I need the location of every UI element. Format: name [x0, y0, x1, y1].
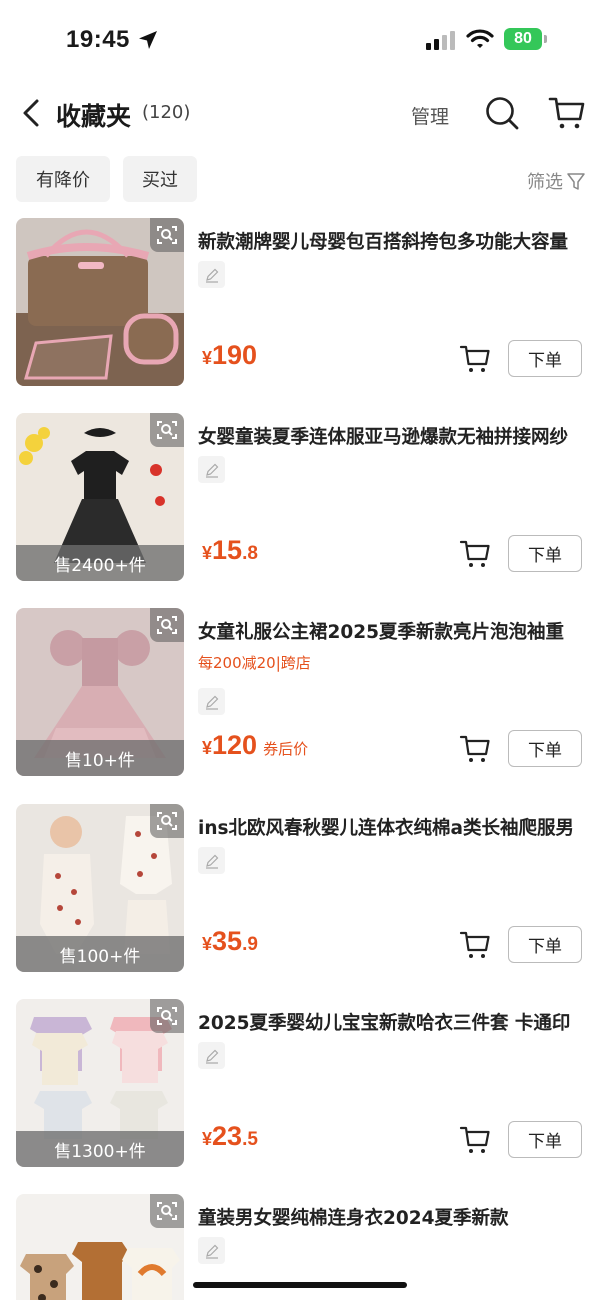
order-button[interactable]: 下单: [508, 535, 582, 572]
order-button[interactable]: 下单: [508, 926, 582, 963]
product-name[interactable]: ins北欧风春秋婴儿连体衣纯棉a类长袖爬服男: [198, 814, 588, 840]
home-indicator[interactable]: [193, 1282, 407, 1288]
price-integer: 120: [212, 730, 258, 760]
currency-symbol: ¥: [202, 543, 213, 563]
note-button[interactable]: [198, 688, 225, 715]
product-name[interactable]: 2025夏季婴幼儿宝宝新款哈衣三件套 卡通印: [198, 1009, 588, 1035]
product-price: ¥120 券后价: [202, 730, 308, 761]
currency-symbol: ¥: [202, 1129, 213, 1149]
product-name[interactable]: 女婴童装夏季连体服亚马逊爆款无袖拼接网纱: [198, 423, 588, 449]
manage-button[interactable]: 管理: [411, 102, 449, 129]
pencil-icon: [205, 854, 218, 869]
list-item[interactable]: 售10+件 女童礼服公主裙2025夏季新款亮片泡泡袖重 每200减20|跨店 ¥…: [0, 608, 600, 778]
product-name[interactable]: 女童礼服公主裙2025夏季新款亮片泡泡袖重: [198, 618, 588, 644]
add-to-cart-icon[interactable]: [459, 344, 491, 374]
battery-indicator: 80: [504, 28, 542, 50]
image-search-button[interactable]: [150, 218, 184, 252]
wifi-icon: [466, 29, 494, 48]
order-button[interactable]: 下单: [508, 340, 582, 377]
promo-tag: 每200减20|跨店: [198, 654, 311, 672]
status-time: 19:45: [66, 26, 130, 53]
product-image[interactable]: 售1300+件: [16, 999, 184, 1167]
note-button[interactable]: [198, 847, 225, 874]
add-to-cart-icon[interactable]: [459, 734, 491, 764]
image-search-button[interactable]: [150, 999, 184, 1033]
product-price: ¥190: [202, 340, 257, 371]
product-name[interactable]: 童装男女婴纯棉连身衣2024夏季新款: [198, 1204, 588, 1230]
list-item[interactable]: 售1300+件 2025夏季婴幼儿宝宝新款哈衣三件套 卡通印 ¥23.5 下单: [0, 999, 600, 1169]
filter-label: 筛选: [527, 172, 563, 193]
list-item[interactable]: 新款潮牌婴儿母婴包百搭斜挎包多功能大容量 ¥190 下单: [0, 218, 600, 388]
currency-symbol: ¥: [202, 934, 213, 954]
price-integer: 35: [212, 926, 243, 956]
product-price: ¥23.5: [202, 1121, 258, 1152]
order-button[interactable]: 下单: [508, 730, 582, 767]
filter-chip-price-drop[interactable]: 有降价: [16, 156, 110, 202]
note-button[interactable]: [198, 1042, 225, 1069]
page-title: 收藏夹: [56, 102, 132, 131]
product-name[interactable]: 新款潮牌婴儿母婴包百搭斜挎包多功能大容量: [198, 228, 588, 254]
price-integer: 190: [212, 340, 258, 370]
location-arrow-icon: [139, 31, 157, 49]
note-button[interactable]: [198, 1237, 225, 1264]
favorites-count: (120): [142, 102, 191, 123]
product-image[interactable]: 售10+件: [16, 608, 184, 776]
scan-icon: [157, 226, 177, 244]
sold-count: 售1300+件: [16, 1131, 184, 1167]
pencil-icon: [205, 1049, 218, 1064]
nav-bar: 收藏夹 (120) 管理: [0, 85, 600, 141]
note-button[interactable]: [198, 456, 225, 483]
product-image[interactable]: 售2400+件: [16, 413, 184, 581]
filter-button[interactable]: 筛选: [527, 168, 586, 194]
scan-icon: [157, 1007, 177, 1025]
order-button[interactable]: 下单: [508, 1121, 582, 1158]
price-integer: 15: [212, 535, 243, 565]
sold-count: 售10+件: [16, 740, 184, 776]
cellular-signal-icon: [426, 31, 455, 50]
product-price: ¥15.8: [202, 535, 258, 566]
image-search-button[interactable]: [150, 608, 184, 642]
currency-symbol: ¥: [202, 738, 213, 758]
sold-count: 售2400+件: [16, 545, 184, 581]
image-search-button[interactable]: [150, 804, 184, 838]
product-image[interactable]: [16, 1194, 184, 1300]
pencil-icon: [205, 695, 218, 710]
shopping-cart-icon[interactable]: [548, 95, 586, 131]
image-search-button[interactable]: [150, 1194, 184, 1228]
image-search-button[interactable]: [150, 413, 184, 447]
add-to-cart-icon[interactable]: [459, 539, 491, 569]
battery-cap: [544, 35, 547, 43]
currency-symbol: ¥: [202, 348, 213, 368]
filter-chip-purchased[interactable]: 买过: [123, 156, 197, 202]
sold-count: 售100+件: [16, 936, 184, 972]
status-bar: 19:45 80: [0, 0, 600, 80]
add-to-cart-icon[interactable]: [459, 930, 491, 960]
note-button[interactable]: [198, 261, 225, 288]
price-decimal: .5: [242, 1129, 258, 1150]
filter-row: 有降价 买过 筛选: [0, 156, 600, 202]
scan-icon: [157, 616, 177, 634]
scan-icon: [157, 421, 177, 439]
scan-icon: [157, 1202, 177, 1220]
price-decimal: .9: [242, 934, 258, 955]
price-integer: 23: [212, 1121, 243, 1151]
product-price: ¥35.9: [202, 926, 258, 957]
back-arrow-icon[interactable]: [16, 97, 46, 129]
list-item[interactable]: 售2400+件 女婴童装夏季连体服亚马逊爆款无袖拼接网纱 ¥15.8 下单: [0, 413, 600, 583]
funnel-icon: [567, 173, 585, 190]
add-to-cart-icon[interactable]: [459, 1125, 491, 1155]
price-decimal: .8: [242, 543, 258, 564]
list-item[interactable]: 售100+件 ins北欧风春秋婴儿连体衣纯棉a类长袖爬服男 ¥35.9 下单: [0, 804, 600, 974]
scan-icon: [157, 812, 177, 830]
pencil-icon: [205, 1244, 218, 1259]
pencil-icon: [205, 268, 218, 283]
product-image[interactable]: 售100+件: [16, 804, 184, 972]
search-icon[interactable]: [484, 95, 520, 131]
price-after-coupon-label: 券后价: [263, 740, 309, 758]
product-image[interactable]: [16, 218, 184, 386]
pencil-icon: [205, 463, 218, 478]
